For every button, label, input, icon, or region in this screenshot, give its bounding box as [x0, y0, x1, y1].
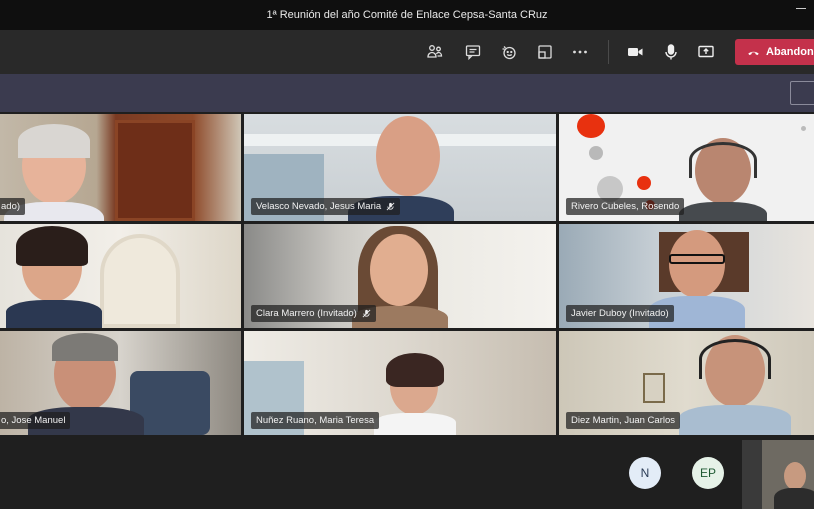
subbar-control[interactable]	[790, 81, 814, 105]
video-tile[interactable]: ado)	[0, 114, 241, 221]
toolbar-separator	[608, 40, 609, 64]
participant-avatar[interactable]: N	[629, 457, 661, 489]
leave-label: Abandonar	[766, 46, 814, 58]
reactions-icon[interactable]	[497, 40, 521, 64]
microphone-icon[interactable]	[659, 40, 683, 64]
participant-nameplate: o, Jose Manuel	[0, 412, 71, 429]
muted-mic-icon	[362, 309, 371, 318]
participant-nameplate: Javier Duboy (Invitado)	[566, 305, 674, 322]
video-tile[interactable]: Javier Duboy (Invitado)	[559, 224, 814, 328]
participant-nameplate: Nuñez Ruano, Maria Teresa	[251, 412, 380, 429]
meeting-subbar	[0, 74, 814, 112]
video-tile[interactable]: Diez Martin, Juan Carlos	[559, 331, 814, 435]
participant-nameplate: Clara Marrero (Invitado)	[251, 305, 376, 322]
participant-nameplate: Velasco Nevado, Jesus Maria	[251, 198, 401, 215]
participant-nameplate: ado)	[0, 198, 26, 215]
more-options-icon[interactable]	[568, 40, 592, 64]
video-tile[interactable]: Velasco Nevado, Jesus Maria	[244, 114, 556, 221]
participant-avatar[interactable]: EP	[692, 457, 724, 489]
leave-button[interactable]: Abandonar	[735, 39, 814, 65]
video-tile[interactable]: Rivero Cubeles, Rosendo	[559, 114, 814, 221]
chat-icon[interactable]	[461, 40, 485, 64]
camera-icon[interactable]	[623, 40, 647, 64]
title-bar: 1ª Reunión del año Comité de Enlace Ceps…	[0, 0, 814, 30]
participant-nameplate: Rivero Cubeles, Rosendo	[566, 198, 685, 215]
video-tile[interactable]	[0, 224, 241, 328]
video-tile[interactable]: Clara Marrero (Invitado)	[244, 224, 556, 328]
share-screen-icon[interactable]	[694, 40, 718, 64]
muted-mic-icon	[386, 202, 395, 211]
video-tile[interactable]: Nuñez Ruano, Maria Teresa	[244, 331, 556, 435]
meeting-toolbar: Abandonar	[0, 30, 814, 74]
video-grid: ado) Velasco Nevado, Jesus Maria Rivero …	[0, 112, 814, 509]
participant-nameplate: Diez Martin, Juan Carlos	[566, 412, 681, 429]
minimize-icon[interactable]	[796, 8, 806, 9]
rooms-icon[interactable]	[533, 40, 557, 64]
window-title: 1ª Reunión del año Comité de Enlace Ceps…	[266, 9, 548, 21]
self-view-video[interactable]	[740, 440, 814, 509]
hang-up-icon	[748, 51, 759, 55]
video-tile[interactable]: o, Jose Manuel	[0, 331, 241, 435]
participants-icon[interactable]	[423, 40, 447, 64]
